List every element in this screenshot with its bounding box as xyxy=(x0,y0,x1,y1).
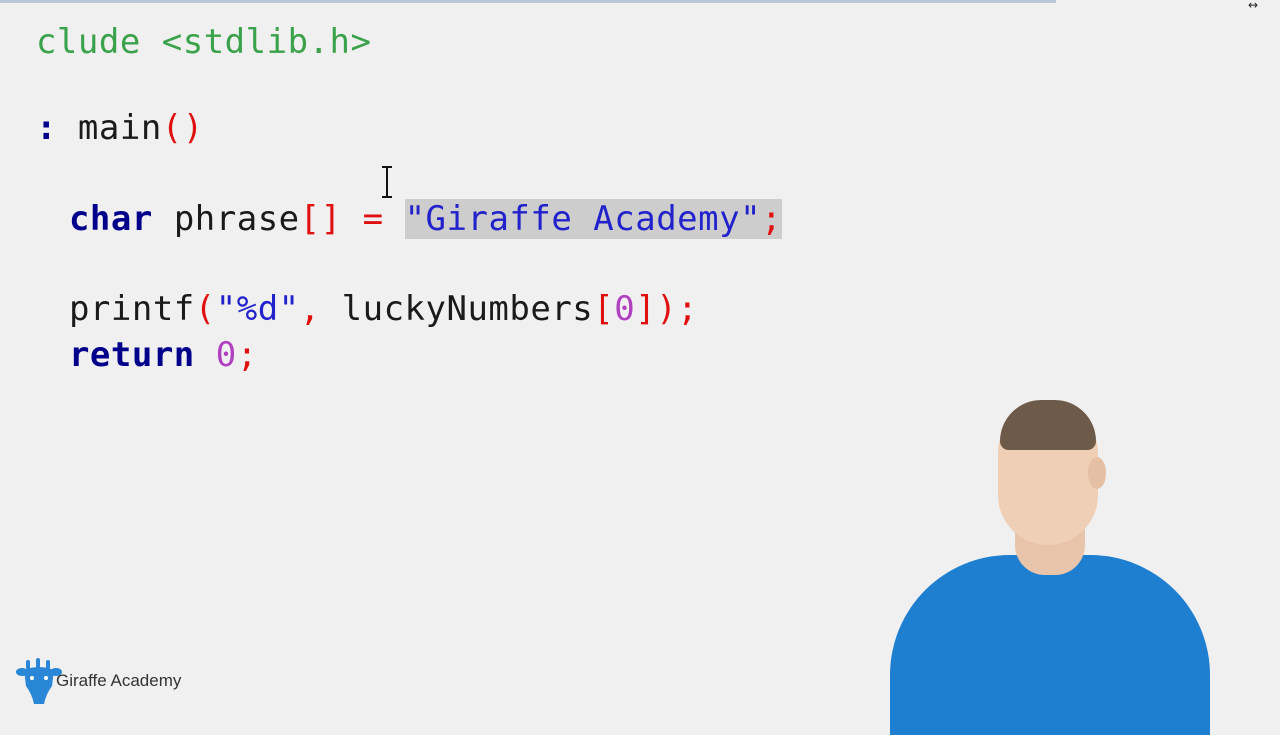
resize-icon[interactable]: ↔ xyxy=(1248,0,1258,12)
presenter-shirt xyxy=(890,555,1210,735)
variable-name: phrase xyxy=(173,199,300,239)
return-keyword: return xyxy=(68,335,195,375)
assign-operator: = xyxy=(362,199,384,239)
presenter-hair xyxy=(1000,400,1096,450)
brand-label: Giraffe Academy xyxy=(56,671,182,690)
main-parens: () xyxy=(161,108,204,148)
return-value: 0 xyxy=(215,335,237,375)
code-line-return[interactable]: return 0; xyxy=(27,289,258,377)
presenter-ear xyxy=(1088,457,1106,489)
text-cursor-icon xyxy=(382,166,392,198)
selected-text: "Giraffe Academy"; xyxy=(404,199,783,239)
printf-close: ]); xyxy=(635,289,699,329)
main-return-type: : xyxy=(35,108,78,148)
index-open: [ xyxy=(593,289,615,329)
array-variable: luckyNumbers xyxy=(341,289,594,329)
type-keyword: char xyxy=(68,199,153,239)
main-function-name: main xyxy=(77,108,162,148)
code-line-include[interactable]: clude <stdlib.h> xyxy=(0,0,371,64)
index-value: 0 xyxy=(614,289,636,329)
brand-watermark: Giraffe Academy xyxy=(16,656,181,706)
return-semicolon: ; xyxy=(236,335,258,375)
array-brackets: [] xyxy=(299,199,342,239)
arg-comma: , xyxy=(299,289,321,329)
string-literal: "Giraffe Academy" xyxy=(404,199,762,239)
code-line-main[interactable]: : main() xyxy=(0,62,204,150)
presenter-video xyxy=(870,395,1230,735)
code-line-char[interactable]: char phrase[] = "Giraffe Academy"; xyxy=(27,153,783,241)
statement-semicolon: ; xyxy=(761,199,783,239)
include-directive: clude <stdlib.h> xyxy=(35,22,372,62)
